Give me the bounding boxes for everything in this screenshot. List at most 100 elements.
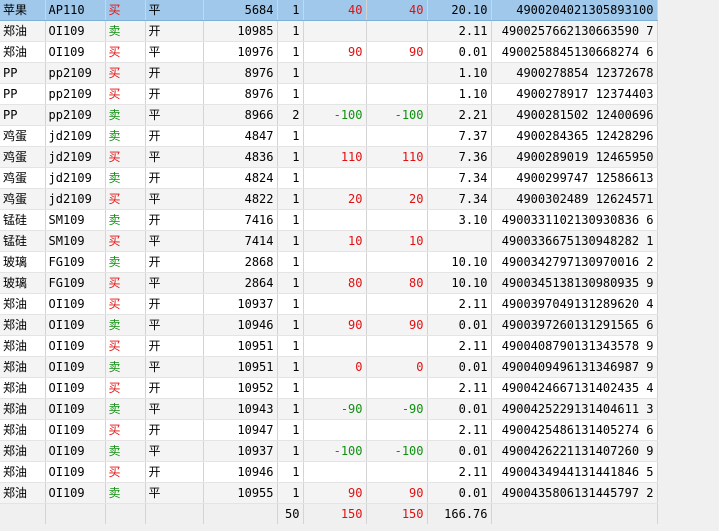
table-row[interactable]: 鸡蛋 jd2109 卖开 4824 1 7.34 4900299747 12586613 (0, 167, 719, 189)
cell-product: 郑油 (0, 335, 46, 357)
table-row[interactable]: 苹果 AP110 买平 5684 1 40 40 20.10 49002040213058931… (0, 0, 719, 21)
cell-order-id: 4900408790131343578 9 (491, 335, 658, 357)
table-row[interactable]: 鸡蛋 jd2109 买平 4822 1 20 20 7.34 4900302489 126245… (0, 188, 719, 210)
table-row[interactable]: 郑油 OI109 卖平 10937 1 -100 -100 0.01 4900426221131… (0, 440, 719, 462)
table-row[interactable]: 郑油 OI109 卖平 10955 1 90 90 0.01 49004358061314457… (0, 482, 719, 504)
total-direction (105, 503, 146, 524)
table-row[interactable]: 郑油 OI109 买开 10946 1 2.11 4900434944131441846 5 (0, 461, 719, 483)
cell-volume: 1 (277, 230, 304, 252)
cell-order-id: 4900299747 12586613 (491, 167, 658, 189)
cell-price: 8966 (203, 104, 278, 126)
cell-contract: pp2109 (45, 62, 106, 84)
cell-open-close: 开 (145, 62, 204, 84)
total-float-pnl: 150 (366, 503, 428, 524)
table-row[interactable]: 玻璃 FG109 卖开 2868 1 10.10 4900342797130970016 2 (0, 251, 719, 273)
table-row[interactable]: 郑油 OI109 卖平 10951 1 0 0 0.01 4900409496131346987… (0, 356, 719, 378)
cell-float-pnl (366, 167, 428, 189)
cell-contract: AP110 (45, 0, 106, 21)
cell-open-close: 平 (145, 440, 204, 462)
cell-direction: 买 (105, 377, 146, 399)
cell-price: 10955 (203, 482, 278, 504)
cell-open-close: 开 (145, 209, 204, 231)
table-row[interactable]: 郑油 OI109 买开 10952 1 2.11 4900424667131402435 4 (0, 377, 719, 399)
cell-float-pnl: 0 (366, 356, 428, 378)
empty-column (657, 377, 719, 399)
cell-close-pnl: 10 (303, 230, 367, 252)
table-row[interactable]: 锰硅 SM109 买平 7414 1 10 10 4900336675130948282 1 (0, 230, 719, 252)
cell-close-pnl (303, 377, 367, 399)
cell-fee (427, 230, 492, 252)
table-row[interactable]: 锰硅 SM109 卖开 7416 1 3.10 4900331102130930836 6 (0, 209, 719, 231)
empty-column (657, 230, 719, 252)
cell-order-id: 4900284365 12428296 (491, 125, 658, 147)
cell-contract: FG109 (45, 272, 106, 294)
cell-product: 郑油 (0, 461, 46, 483)
table-row[interactable]: 鸡蛋 jd2109 买平 4836 1 110 110 7.36 4900289019 1246… (0, 146, 719, 168)
total-volume: 50 (277, 503, 304, 524)
empty-column (657, 209, 719, 231)
cell-fee: 10.10 (427, 272, 492, 294)
cell-float-pnl: -90 (366, 398, 428, 420)
cell-contract: jd2109 (45, 188, 106, 210)
empty-column (657, 335, 719, 357)
cell-open-close: 开 (145, 419, 204, 441)
table-row[interactable]: 郑油 OI109 买开 10951 1 2.11 4900408790131343578 9 (0, 335, 719, 357)
cell-product: PP (0, 104, 46, 126)
empty-column (657, 482, 719, 504)
cell-float-pnl (366, 335, 428, 357)
cell-order-id: 4900258845130668274 6 (491, 41, 658, 63)
table-row[interactable]: 郑油 OI109 买开 10947 1 2.11 4900425486131405274 6 (0, 419, 719, 441)
cell-contract: OI109 (45, 41, 106, 63)
cell-fee: 3.10 (427, 209, 492, 231)
cell-fee: 2.11 (427, 335, 492, 357)
table-row[interactable]: 郑油 OI109 卖平 10946 1 90 90 0.01 49003972601312915… (0, 314, 719, 336)
cell-fee: 7.34 (427, 188, 492, 210)
cell-volume: 1 (277, 20, 304, 42)
cell-volume: 1 (277, 146, 304, 168)
cell-fee: 10.10 (427, 251, 492, 273)
cell-float-pnl (366, 83, 428, 105)
cell-fee: 0.01 (427, 398, 492, 420)
table-row[interactable]: 郑油 OI109 卖开 10985 1 2.11 4900257662130663590 7 (0, 20, 719, 42)
cell-price: 8976 (203, 83, 278, 105)
cell-direction: 卖 (105, 440, 146, 462)
cell-order-id: 4900278917 12374403 (491, 83, 658, 105)
cell-direction: 买 (105, 83, 146, 105)
cell-contract: OI109 (45, 314, 106, 336)
table-row[interactable]: PP pp2109 卖平 8966 2 -100 -100 2.21 4900281502 12… (0, 104, 719, 126)
cell-price: 4847 (203, 125, 278, 147)
cell-price: 10951 (203, 335, 278, 357)
table-row[interactable]: PP pp2109 买开 8976 1 1.10 4900278917 12374403 (0, 83, 719, 105)
cell-direction: 买 (105, 272, 146, 294)
cell-contract: OI109 (45, 398, 106, 420)
cell-contract: OI109 (45, 377, 106, 399)
cell-close-pnl (303, 461, 367, 483)
table-row[interactable]: 郑油 OI109 买平 10976 1 90 90 0.01 49002588451306682… (0, 41, 719, 63)
cell-order-id: 4900289019 12465950 (491, 146, 658, 168)
cell-contract: OI109 (45, 482, 106, 504)
cell-price: 10937 (203, 440, 278, 462)
cell-product: 郑油 (0, 293, 46, 315)
cell-product: PP (0, 83, 46, 105)
cell-close-pnl (303, 62, 367, 84)
cell-volume: 1 (277, 440, 304, 462)
table-row[interactable]: 鸡蛋 jd2109 卖开 4847 1 7.37 4900284365 12428296 (0, 125, 719, 147)
cell-direction: 卖 (105, 356, 146, 378)
table-row[interactable]: 郑油 OI109 卖平 10943 1 -90 -90 0.01 490042522913140… (0, 398, 719, 420)
cell-fee: 2.11 (427, 293, 492, 315)
cell-price: 10985 (203, 20, 278, 42)
cell-volume: 1 (277, 419, 304, 441)
cell-float-pnl: -100 (366, 440, 428, 462)
empty-column (657, 356, 719, 378)
cell-direction: 买 (105, 188, 146, 210)
cell-volume: 1 (277, 251, 304, 273)
cell-volume: 1 (277, 41, 304, 63)
table-row[interactable]: 玻璃 FG109 买平 2864 1 80 80 10.10 49003451381309809… (0, 272, 719, 294)
table-row[interactable]: 郑油 OI109 买开 10937 1 2.11 4900397049131289620 4 (0, 293, 719, 315)
cell-contract: OI109 (45, 356, 106, 378)
empty-column (657, 188, 719, 210)
cell-order-id: 4900336675130948282 1 (491, 230, 658, 252)
cell-volume: 1 (277, 83, 304, 105)
table-row[interactable]: PP pp2109 买开 8976 1 1.10 4900278854 12372678 (0, 62, 719, 84)
cell-float-pnl (366, 251, 428, 273)
